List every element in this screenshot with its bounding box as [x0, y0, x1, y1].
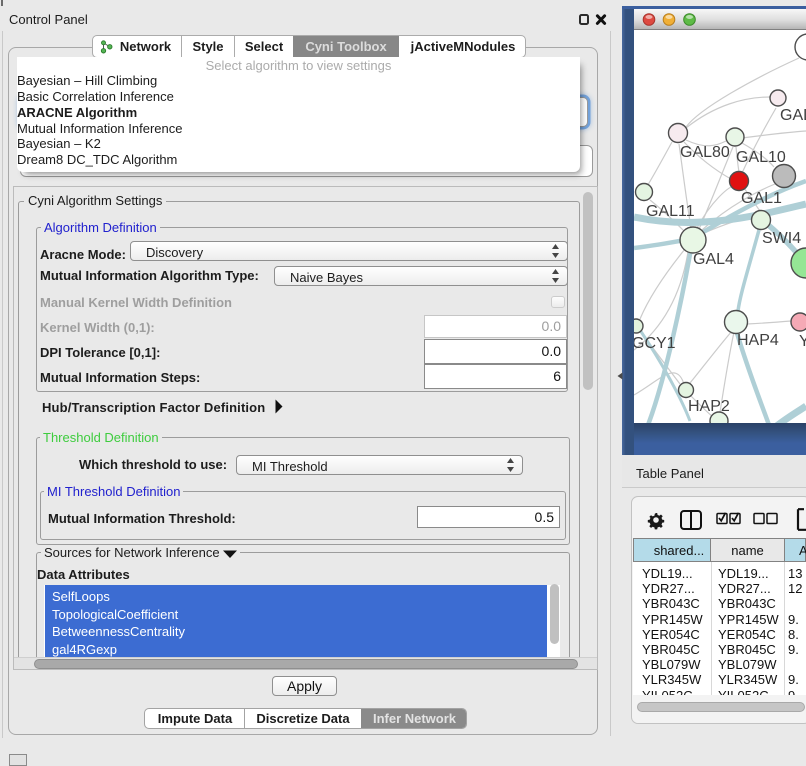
svg-text:HAP2: HAP2	[688, 398, 730, 415]
svg-text:GAL7: GAL7	[780, 107, 806, 124]
svg-text:GAL11: GAL11	[646, 203, 695, 220]
svg-text:GAL1: GAL1	[741, 190, 782, 207]
svg-text:GAL4: GAL4	[693, 251, 734, 268]
svg-text:GAL10: GAL10	[736, 149, 786, 166]
svg-text:GCY1: GCY1	[634, 335, 676, 352]
svg-text:Y: Y	[799, 333, 806, 350]
svg-text:HAP4: HAP4	[737, 332, 779, 349]
svg-text:GAL80: GAL80	[680, 144, 730, 161]
svg-text:SWI4: SWI4	[762, 230, 801, 247]
